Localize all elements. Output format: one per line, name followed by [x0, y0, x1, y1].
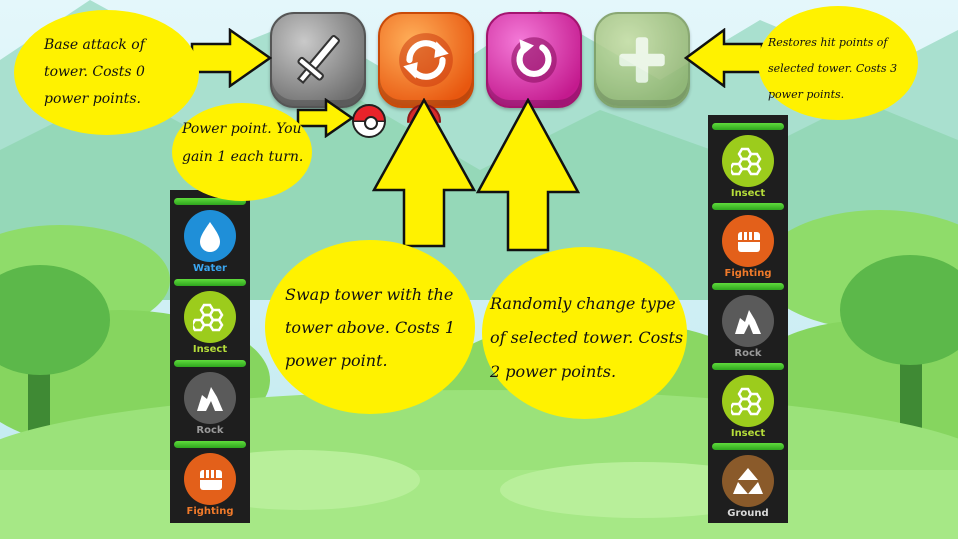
arrow-to-attack	[190, 28, 272, 88]
tower-type-label: Insect	[730, 188, 766, 199]
tower-badge	[184, 453, 236, 505]
swap-arrows-icon	[399, 33, 453, 87]
hp-bar	[174, 360, 246, 367]
tower-slot-rock[interactable]: Rock	[170, 360, 250, 442]
tower-type-label: Fighting	[724, 268, 772, 279]
water-drop-icon	[200, 222, 220, 252]
refresh-icon	[511, 37, 557, 83]
power-point-callout: Power point. You gain 1 each turn.	[172, 103, 312, 201]
tower-badge	[722, 455, 774, 507]
tower-badge	[722, 295, 774, 347]
tower-badge	[184, 210, 236, 262]
tower-badge	[722, 215, 774, 267]
swap-callout: Swap tower with the tower above. Costs 1…	[265, 240, 475, 414]
tower-badge	[184, 372, 236, 424]
honeycomb-icon	[731, 147, 762, 176]
tower-badge	[722, 135, 774, 187]
tower-slot-ground[interactable]: Ground	[708, 443, 788, 525]
swap-button[interactable]	[378, 12, 474, 108]
tower-slot-fighting[interactable]: Fighting	[170, 441, 250, 523]
tower-badge	[722, 375, 774, 427]
tower-type-label: Rock	[734, 348, 762, 359]
tower-badge	[184, 291, 236, 343]
tower-slot-insect[interactable]: Insect	[170, 279, 250, 361]
tower-type-label: Water	[193, 263, 227, 274]
attack-button[interactable]	[270, 12, 366, 108]
random-change-button[interactable]	[486, 12, 582, 108]
tower-type-label: Insect	[192, 344, 228, 355]
arrow-to-change	[476, 98, 580, 252]
tower-type-label: Ground	[727, 508, 769, 519]
heal-button[interactable]	[594, 12, 690, 108]
honeycomb-icon	[731, 387, 762, 416]
tower-slot-water[interactable]: Water	[170, 198, 250, 280]
attack-callout: Base attack of tower. Costs 0 power poin…	[14, 10, 199, 135]
rock-icon	[735, 310, 761, 334]
tower-slot-fighting[interactable]: Fighting	[708, 203, 788, 285]
ground-icon	[733, 468, 763, 494]
hp-bar	[174, 279, 246, 286]
hp-bar	[174, 441, 246, 448]
hp-bar	[712, 283, 784, 290]
right-tower-column: Insect Fighting Rock Insect Ground	[708, 115, 788, 523]
heal-callout: Restores hit points of selected tower. C…	[758, 6, 918, 120]
tower-slot-insect[interactable]: Insect	[708, 123, 788, 205]
tower-slot-insect[interactable]: Insect	[708, 363, 788, 445]
random-change-callout: Randomly change type of selected tower. …	[482, 247, 687, 419]
hp-bar	[712, 443, 784, 450]
fist-icon	[200, 470, 222, 490]
arrow-to-swap	[372, 98, 476, 248]
sword-icon	[296, 34, 340, 85]
arrow-to-heal	[684, 28, 764, 88]
honeycomb-icon	[193, 303, 224, 332]
hp-bar	[712, 123, 784, 130]
tower-slot-rock[interactable]: Rock	[708, 283, 788, 365]
left-tower-column: Water Insect Rock Fighting	[170, 190, 250, 523]
fist-icon	[738, 232, 760, 252]
tower-type-label: Rock	[196, 425, 224, 436]
hp-bar	[712, 203, 784, 210]
rock-icon	[197, 387, 223, 411]
tower-type-label: Insect	[730, 428, 766, 439]
tower-type-label: Fighting	[186, 506, 234, 517]
hp-bar	[712, 363, 784, 370]
plus-icon	[619, 37, 665, 83]
